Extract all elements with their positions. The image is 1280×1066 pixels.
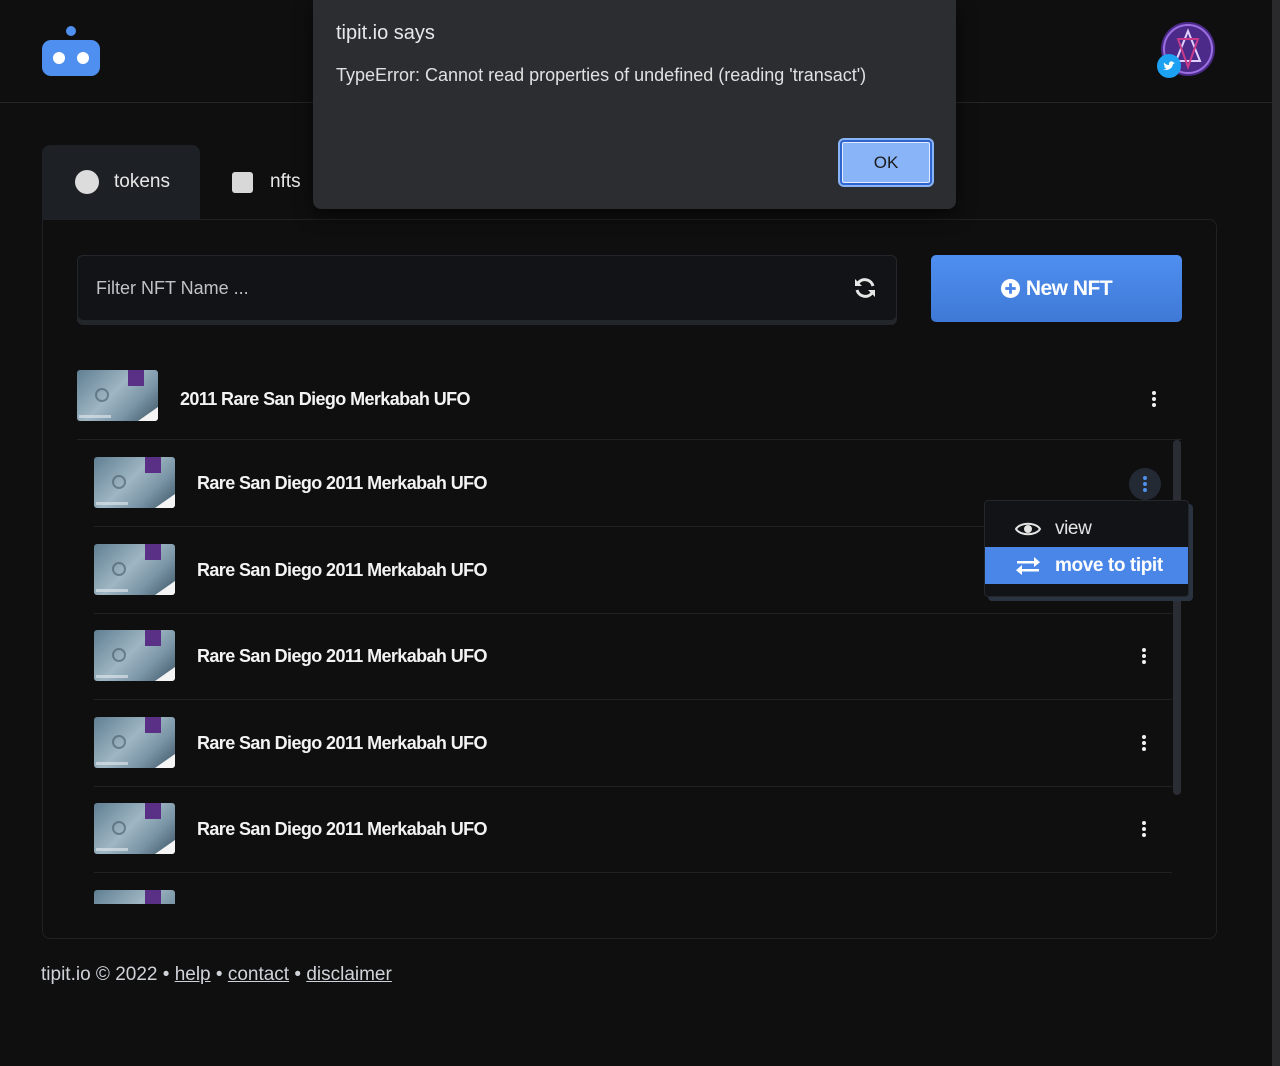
filter-nft-input[interactable] [78,256,838,320]
transfer-icon [1016,556,1040,575]
image-icon [232,171,253,193]
dialog-title: tipit.io says [336,22,435,44]
list-item[interactable] [94,873,1172,904]
nft-title: Rare San Diego 2011 Merkabah UFO [197,646,488,666]
footer-separator: • [294,964,302,985]
refresh-icon[interactable] [853,276,877,300]
nft-title: 2011 Rare San Diego Merkabah UFO [180,389,471,409]
more-options-icon[interactable] [1129,728,1159,758]
nft-thumbnail [94,803,175,854]
twitter-icon [1157,54,1181,78]
new-nft-button[interactable]: New NFT [931,255,1182,322]
more-options-icon[interactable] [1129,641,1159,671]
options-menu: view move to tipit [984,500,1189,597]
robot-logo-icon[interactable] [41,26,101,76]
more-options-icon[interactable] [1129,814,1159,844]
nft-title: Rare San Diego 2011 Merkabah UFO [197,819,488,839]
footer-disclaimer-link[interactable]: disclaimer [306,964,392,985]
footer-copyright: tipit.io © 2022 [41,964,158,985]
list-item[interactable]: Rare San Diego 2011 Merkabah UFO [94,700,1172,787]
plus-circle-icon [1000,279,1020,298]
new-nft-label: New NFT [1025,276,1113,300]
tab-nfts-label: nfts [270,171,301,192]
filter-box [77,255,897,321]
nft-thumbnail [94,630,175,681]
nft-thumbnail [94,457,175,508]
footer-help-link[interactable]: help [175,964,211,985]
footer-separator: • [162,964,170,985]
page-scrollbar[interactable] [1272,0,1280,1066]
menu-view-label: view [1055,517,1092,539]
coin-icon [75,170,99,194]
nft-thumbnail [94,890,175,904]
nft-thumbnail [94,717,175,768]
more-options-icon[interactable] [1139,384,1169,414]
site-footer: tipit.io © 2022 • help • contact • discl… [41,964,392,986]
list-scrollbar-thumb[interactable] [1173,440,1181,795]
nft-title: Rare San Diego 2011 Merkabah UFO [197,733,488,753]
ok-button[interactable]: OK [838,138,934,187]
avatar[interactable] [1157,21,1217,81]
menu-item-move-to-tipit[interactable]: move to tipit [985,547,1188,584]
nft-thumbnail [94,544,175,595]
menu-item-view[interactable]: view [985,510,1188,547]
tab-nfts[interactable]: nfts [200,145,330,219]
eye-icon [1015,522,1041,535]
nft-thumbnail [77,370,158,421]
list-item-parent[interactable]: 2011 Rare San Diego Merkabah UFO [77,360,1182,440]
alert-dialog: tipit.io says TypeError: Cannot read pro… [313,0,956,209]
menu-move-label: move to tipit [1055,554,1163,576]
nft-title: Rare San Diego 2011 Merkabah UFO [197,473,488,493]
asset-tabs: tokens nfts [42,145,330,219]
nft-title: Rare San Diego 2011 Merkabah UFO [197,560,488,580]
more-options-icon[interactable] [1129,468,1161,500]
ok-label: OK [873,152,899,172]
tab-tokens[interactable]: tokens [42,145,200,219]
footer-separator: • [215,964,223,985]
tab-tokens-label: tokens [114,171,170,192]
list-item[interactable]: Rare San Diego 2011 Merkabah UFO [94,613,1172,700]
footer-contact-link[interactable]: contact [228,964,289,985]
list-item[interactable]: Rare San Diego 2011 Merkabah UFO [94,786,1172,873]
dialog-message: TypeError: Cannot read properties of und… [336,65,867,85]
